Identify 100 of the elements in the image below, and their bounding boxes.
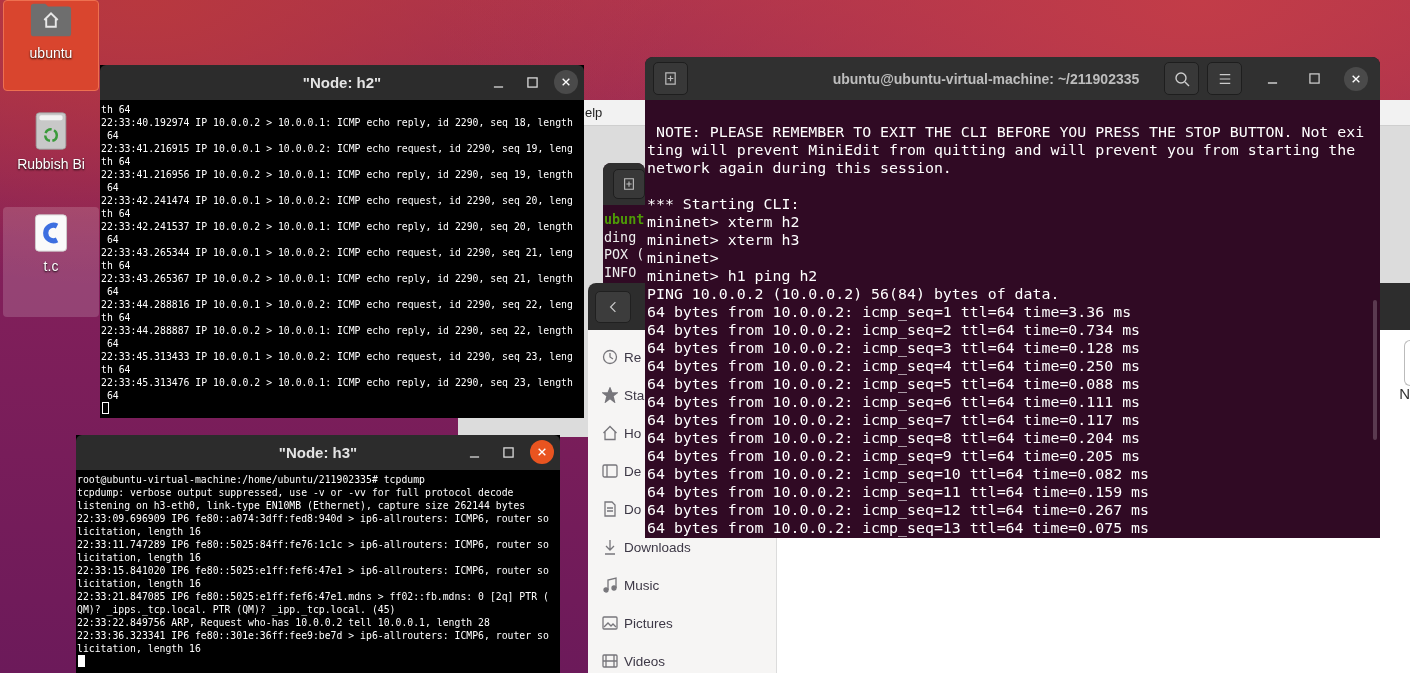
terminal-line: QM)? _ipps._tcp.local. PTR (QM)? _ipp._tcp.local. (45) <box>77 603 397 616</box>
terminal-line: 64 bytes from 10.0.0.2: icmp_seq=2 ttl=64 time=0.734 ms <box>647 321 1142 339</box>
terminal-line: th 64 <box>101 155 132 168</box>
sidebar-item[interactable]: Ho <box>602 424 642 442</box>
starred-icon <box>602 387 618 403</box>
terminal-line: 64 bytes from 10.0.0.2: icmp_seq=10 ttl=64 time=0.082 ms <box>647 465 1151 483</box>
terminal-line: 64 <box>105 181 120 194</box>
new-tab-icon <box>663 71 678 86</box>
terminal-line: 22:33:15.841020 IP6 fe80::5025:e1ff:fef6:47e1 > ip6-allrouters: ICMP6, router so <box>77 564 550 577</box>
terminal-line: 22:33:43.265344 IP 10.0.0.1 > 10.0.0.2: ICMP echo request, id 2290, seq 21, leng <box>101 246 574 259</box>
icon-label: ubuntu <box>29 45 73 61</box>
desktop-icon[interactable]: ubuntu <box>3 0 99 91</box>
terminal-line: 64 <box>105 337 120 350</box>
pictures-icon <box>602 615 618 631</box>
sidebar-item[interactable]: Music <box>602 576 660 594</box>
icon-label: Rubbish Bi <box>17 156 85 172</box>
terminal-line: 22:33:44.288887 IP 10.0.0.2 > 10.0.0.1: ICMP echo reply, id 2290, seq 22, length <box>101 324 574 337</box>
terminal-line: mininet> xterm h2 <box>647 213 801 231</box>
sidebar-item[interactable]: Re <box>602 348 642 366</box>
terminal-line: listening on h3-eth0, link-type EN10MB (Ethernet), capture size 262144 bytes <box>77 499 527 512</box>
maximize-icon <box>502 446 514 458</box>
terminal-line: 22:33:42.241474 IP 10.0.0.1 > 10.0.0.2: ICMP echo request, id 2290, seq 20, leng <box>101 194 574 207</box>
file-label[interactable]: N <box>1399 385 1410 402</box>
terminal-line: 22:33:36.323341 IP6 fe80::301e:36ff:fee9:be7d > ip6-allrouters: ICMP6, router so <box>77 629 550 642</box>
terminal-line: 64 bytes from 10.0.0.2: icmp_seq=5 ttl=64 time=0.088 ms <box>647 375 1142 393</box>
terminal-line: licitation, length 16 <box>77 642 202 655</box>
window-title: "Node: h2" <box>302 74 382 91</box>
terminal-line: 22:33:09.696909 IP6 fe80::a074:3dff:fed8:940d > ip6-allrouters: ICMP6, router so <box>77 512 550 525</box>
icon-label: t.c <box>43 258 59 274</box>
terminal-line: 22:33:40.192974 IP 10.0.0.2 > 10.0.0.1: ICMP echo reply, id 2290, seq 18, length <box>101 116 574 129</box>
close-button[interactable] <box>554 70 578 94</box>
sidebar-item[interactable]: Downloads <box>602 538 691 556</box>
home-folder-icon <box>29 1 73 39</box>
terminal-line: 64 bytes from 10.0.0.2: icmp_seq=12 ttl=64 time=0.267 ms <box>647 501 1151 519</box>
terminal-line: 22:33:45.313433 IP 10.0.0.1 > 10.0.0.2: ICMP echo request, id 2290, seq 23, leng <box>101 350 574 363</box>
terminal-line: tcpdump: verbose output suppressed, use -v or -vv for full protocol decode <box>77 486 515 499</box>
sidebar-item[interactable]: De <box>602 462 642 480</box>
terminal-line: 64 bytes from 10.0.0.2: icmp_seq=11 ttl=64 time=0.159 ms <box>647 483 1151 501</box>
terminal-line: root@ubuntu-virtual-machine:/home/ubuntu/211902335# tcpdump <box>77 473 426 486</box>
terminal-line: PING 10.0.0.2 (10.0.0.2) 56(84) bytes of data. <box>647 285 1061 303</box>
window-title: ubuntu@ubuntu-virtual-machine: ~/211902335 <box>831 70 1141 87</box>
terminal-line: 64 bytes from 10.0.0.2: icmp_seq=4 ttl=64 time=0.250 ms <box>647 357 1142 375</box>
menu-button[interactable] <box>1207 62 1242 95</box>
terminal-line: mininet> h1 ping h2 <box>647 267 819 285</box>
terminal-line: 64 bytes from 10.0.0.2: icmp_seq=3 ttl=64 time=0.128 ms <box>647 339 1142 357</box>
terminal-line: 64 bytes from 10.0.0.2: icmp_seq=13 ttl=64 time=0.075 ms <box>647 519 1151 537</box>
terminal-line: 22:33:45.313476 IP 10.0.0.2 > 10.0.0.1: ICMP echo reply, id 2290, seq 23, length <box>101 376 574 389</box>
terminal-line: 64 <box>105 233 120 246</box>
close-button[interactable] <box>1344 66 1368 91</box>
terminal-line: 64 bytes from 10.0.0.2: icmp_seq=8 ttl=64 time=0.204 ms <box>647 429 1142 447</box>
new-tab-button[interactable] <box>653 62 688 95</box>
terminal-line: 64 bytes from 10.0.0.2: icmp_seq=1 ttl=64 time=3.36 ms <box>647 303 1133 321</box>
minimize-icon <box>468 455 480 458</box>
terminal-line: NOTE: PLEASE REMEMBER TO EXIT THE CLI BEFORE YOU PRESS THE STOP BUTTON. Not exi <box>654 123 1366 141</box>
close-button[interactable] <box>530 440 554 464</box>
desktop-icon[interactable]: t.c <box>3 207 99 317</box>
sidebar-item[interactable]: Sta <box>602 386 645 404</box>
terminal-line: licitation, length 16 <box>77 525 202 538</box>
terminal-line: 64 <box>105 129 120 142</box>
menu-item[interactable]: elp <box>585 105 603 120</box>
window-title: "Node: h3" <box>278 444 358 461</box>
sidebar-item[interactable]: Do <box>602 500 642 518</box>
terminal-line: 64 <box>105 285 120 298</box>
terminal-line: INFO <box>604 263 637 281</box>
close-icon <box>1351 73 1361 84</box>
terminal-line: 22:33:44.288816 IP 10.0.0.1 > 10.0.0.2: ICMP echo request, id 2290, seq 22, leng <box>101 298 574 311</box>
terminal-line: 22:33:42.241537 IP 10.0.0.2 > 10.0.0.1: ICMP echo reply, id 2290, seq 20, length <box>101 220 574 233</box>
minimize-icon <box>492 85 504 88</box>
downloads-icon <box>602 539 618 555</box>
terminal-line: licitation, length 16 <box>77 551 202 564</box>
terminal-line: mininet> xterm h3 <box>647 231 801 249</box>
terminal-line: 64 bytes from 10.0.0.2: icmp_seq=9 ttl=64 time=0.205 ms <box>647 447 1142 465</box>
home-icon <box>602 425 618 441</box>
terminal-line: 22:33:41.216956 IP 10.0.0.2 > 10.0.0.1: ICMP echo reply, id 2290, seq 19, length <box>101 168 574 181</box>
terminal-line: 22:33:22.849756 ARP, Request who-has 10.0.0.2 tell 10.0.0.1, length 28 <box>77 616 491 629</box>
documents-icon <box>602 501 618 517</box>
desktop-icon[interactable]: Rubbish Bi <box>3 101 99 189</box>
terminal-line: ting will prevent MiniEdit from quitting and will prevent you from starting the <box>647 141 1357 159</box>
terminal-line: mininet> <box>647 249 720 267</box>
terminal-line: ding <box>604 228 637 246</box>
terminal-line: th 64 <box>101 103 132 116</box>
terminal-line: network again during this session. <box>647 159 953 177</box>
recent-icon <box>602 349 618 365</box>
minimize-icon <box>1266 82 1278 84</box>
close-icon <box>537 447 547 457</box>
terminal-line: 22:33:41.216915 IP 10.0.0.1 > 10.0.0.2: ICMP echo request, id 2290, seq 19, leng <box>101 142 574 155</box>
music-icon <box>602 577 618 593</box>
scrollbar[interactable] <box>1373 300 1377 440</box>
sidebar-item[interactable]: Videos <box>602 652 666 670</box>
terminal-line: 22:33:11.747289 IP6 fe80::5025:84ff:fe76:1c1c > ip6-allrouters: ICMP6, router so <box>77 538 550 551</box>
maximize-icon <box>526 76 538 88</box>
new-tab-icon <box>622 177 636 191</box>
terminal-line: 64 <box>105 389 120 402</box>
terminal-line: POX ( <box>604 246 645 264</box>
sidebar-item[interactable]: Pictures <box>602 614 673 632</box>
new-tab-button[interactable] <box>613 169 645 199</box>
search-button[interactable] <box>1164 62 1199 95</box>
terminal-prompt: ubunt <box>604 211 645 229</box>
search-icon <box>1173 70 1190 87</box>
terminal-line: 22:33:43.265367 IP 10.0.0.2 > 10.0.0.1: ICMP echo reply, id 2290, seq 21, length <box>101 272 574 285</box>
